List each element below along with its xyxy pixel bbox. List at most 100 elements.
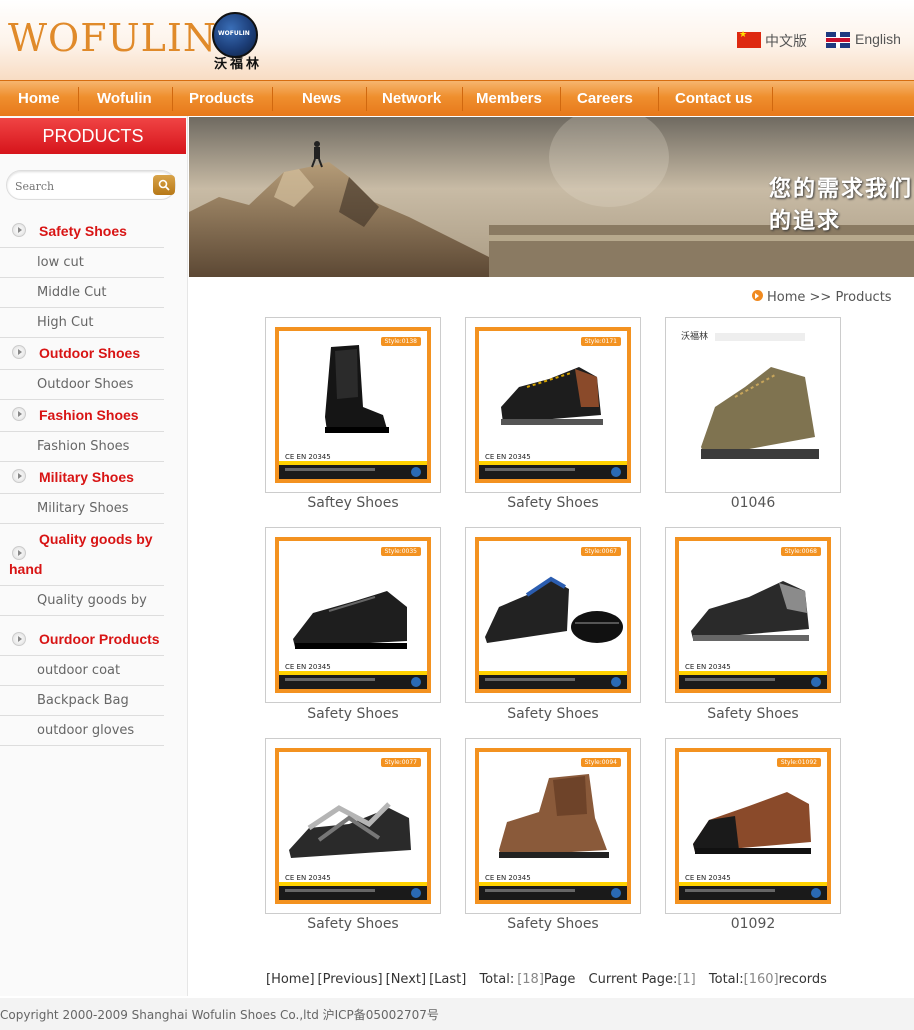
product-image[interactable]: Style:01092 CE EN 20345 <box>675 748 831 904</box>
subcategory-high-cut[interactable]: High Cut <box>37 315 93 330</box>
category-bullet-icon <box>12 632 26 646</box>
nav-news[interactable]: News <box>302 90 341 107</box>
product-image[interactable]: Style:0035 CE EN 20345 <box>275 537 431 693</box>
product-card[interactable]: Style:0035 CE EN 20345 <box>265 527 441 703</box>
label-footer <box>679 886 827 900</box>
language-chinese-link[interactable]: 中文版 <box>765 31 807 51</box>
divider <box>0 523 164 524</box>
category-military-shoes[interactable]: Military Shoes <box>39 469 134 485</box>
product-card[interactable]: Style:0171 CE EN 20345 <box>465 317 641 493</box>
category-bullet-icon <box>12 407 26 421</box>
subcategory-backpack-bag[interactable]: Backpack Bag <box>37 693 129 708</box>
category-outdoor-shoes[interactable]: Outdoor Shoes <box>39 345 140 361</box>
divider <box>0 685 164 686</box>
category-outdoor-products[interactable]: Ourdoor Products <box>39 631 160 647</box>
nav-home[interactable]: Home <box>18 90 60 107</box>
product-card[interactable]: 沃福林 <box>665 317 841 493</box>
subcategory-quality-goods[interactable]: Quality goods by <box>37 593 147 608</box>
pager-current-page: [1] <box>677 972 696 987</box>
divider <box>0 277 164 278</box>
product-card[interactable]: Style:0067 <box>465 527 641 703</box>
category-quality-goods-line2[interactable]: hand <box>9 561 42 577</box>
black-blue-shoe-image <box>485 576 623 643</box>
nav-divider <box>78 87 79 111</box>
pager-next-link[interactable]: [Next] <box>386 972 426 987</box>
nav-divider <box>366 87 367 111</box>
product-card[interactable]: Style:0094 CE EN 20345 <box>465 738 641 914</box>
product-image[interactable]: Style:0077 CE EN 20345 <box>275 748 431 904</box>
category-bullet-icon <box>12 469 26 483</box>
site-footer: Copyright 2000-2009 Shanghai Wofulin Sho… <box>0 998 914 1030</box>
subcategory-outdoor-coat[interactable]: outdoor coat <box>37 663 120 678</box>
divider <box>0 715 164 716</box>
search-box <box>6 170 176 200</box>
brand-chinese-name: 沃福林 <box>214 57 263 72</box>
subcategory-fashion-shoes[interactable]: Fashion Shoes <box>37 439 129 454</box>
nav-members[interactable]: Members <box>476 90 542 107</box>
product-caption[interactable]: Safety Shoes <box>465 916 641 932</box>
nav-wofulin[interactable]: Wofulin <box>97 90 152 107</box>
product-image[interactable]: Style:0094 CE EN 20345 <box>475 748 631 904</box>
nav-careers[interactable]: Careers <box>577 90 633 107</box>
black-brown-shoe-image <box>501 367 603 425</box>
product-caption[interactable]: Safety Shoes <box>465 495 641 511</box>
product-image[interactable]: Style:0067 <box>475 537 631 693</box>
pager-home-link[interactable]: [Home] <box>266 972 315 987</box>
product-card[interactable]: Style:0138 CE EN 20345 <box>265 317 441 493</box>
divider <box>0 585 164 586</box>
nav-products[interactable]: Products <box>189 90 254 107</box>
product-caption[interactable]: 01092 <box>665 916 841 932</box>
cert-label: CE EN 20345 <box>485 453 531 461</box>
product-caption[interactable]: Safety Shoes <box>265 916 441 932</box>
subcategory-outdoor-shoes[interactable]: Outdoor Shoes <box>37 377 133 392</box>
product-card[interactable]: Style:0077 CE EN 20345 <box>265 738 441 914</box>
search-icon <box>158 179 170 191</box>
nav-network[interactable]: Network <box>382 90 441 107</box>
product-image[interactable]: 沃福林 <box>675 327 831 483</box>
category-fashion-shoes[interactable]: Fashion Shoes <box>39 407 139 423</box>
divider <box>0 307 164 308</box>
nav-divider <box>772 87 773 111</box>
brand-logo-badge: WOFULIN <box>212 12 258 58</box>
subcategory-middle-cut[interactable]: Middle Cut <box>37 285 107 300</box>
product-caption[interactable]: Saftey Shoes <box>265 495 441 511</box>
nav-contact-us[interactable]: Contact us <box>675 90 753 107</box>
subcategory-outdoor-gloves[interactable]: outdoor gloves <box>37 723 134 738</box>
main-nav: Home Wofulin Products News Network Membe… <box>0 80 914 116</box>
pager-previous-link[interactable]: [Previous] <box>318 972 383 987</box>
label-footer <box>479 675 627 689</box>
divider <box>0 369 164 370</box>
product-caption[interactable]: Safety Shoes <box>665 706 841 722</box>
category-quality-goods-line1[interactable]: Quality goods by <box>39 531 153 547</box>
divider <box>0 493 164 494</box>
category-safety-shoes[interactable]: Safety Shoes <box>39 223 127 239</box>
pager-records-label: Total: <box>708 972 744 987</box>
black-grey-shoe-image <box>691 581 809 641</box>
brand-logo-text[interactable]: WOFULIN <box>8 16 217 60</box>
china-flag-icon[interactable] <box>737 30 761 48</box>
sidebar: PRODUCTS Safety Shoes low cut Middle Cut… <box>0 116 188 996</box>
search-button[interactable] <box>153 175 175 195</box>
brown-boot-image <box>499 774 609 858</box>
product-caption[interactable]: Safety Shoes <box>465 706 641 722</box>
sandal-image <box>289 802 411 858</box>
product-image[interactable]: Style:0068 CE EN 20345 <box>675 537 831 693</box>
pager-records-count: [160] <box>743 972 779 987</box>
product-image[interactable]: Style:0138 CE EN 20345 <box>275 327 431 483</box>
cert-label: CE EN 20345 <box>285 663 331 671</box>
uk-flag-icon[interactable] <box>826 32 850 48</box>
pager-last-link[interactable]: [Last] <box>429 972 466 987</box>
product-card[interactable]: Style:01092 CE EN 20345 <box>665 738 841 914</box>
search-input[interactable] <box>15 177 145 195</box>
label-footer <box>279 465 427 479</box>
subcategory-military-shoes[interactable]: Military Shoes <box>37 501 129 516</box>
breadcrumb[interactable]: Home >> Products <box>767 290 892 305</box>
product-caption[interactable]: 01046 <box>665 495 841 511</box>
subcategory-low-cut[interactable]: low cut <box>37 255 84 270</box>
product-image[interactable]: Style:0171 CE EN 20345 <box>475 327 631 483</box>
language-english-link[interactable]: English <box>855 31 901 47</box>
product-caption[interactable]: Safety Shoes <box>265 706 441 722</box>
product-card[interactable]: Style:0068 CE EN 20345 <box>665 527 841 703</box>
pager-total-pages: [18] <box>517 972 544 987</box>
label-footer <box>479 886 627 900</box>
